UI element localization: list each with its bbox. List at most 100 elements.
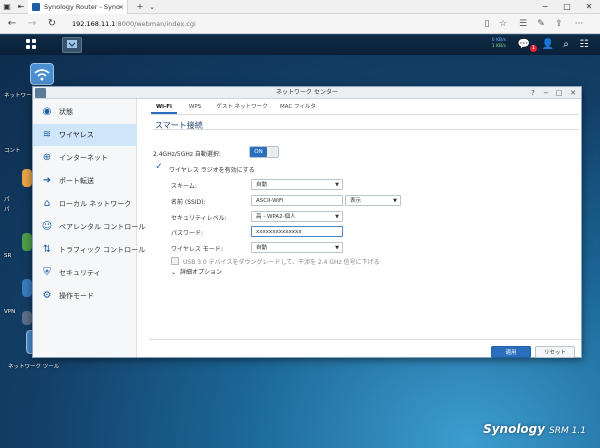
sidebar-item-label: セキュリティ xyxy=(59,269,101,277)
reset-button[interactable]: リセット xyxy=(535,346,575,358)
password-value: xxxxxxxxxxxxxx xyxy=(256,229,302,235)
favorite-star-icon[interactable]: ☆ xyxy=(496,16,510,32)
security-select[interactable]: 高 - WPA2-個人 ▼ xyxy=(251,211,343,222)
usb-downgrade-label: USB 3.0 デバイスをダウングレードして、干渉を 2.4 GHz 信号に下げ… xyxy=(183,259,380,266)
tab-wps[interactable]: WPS xyxy=(185,100,205,114)
status-icon: ◉ xyxy=(42,106,52,117)
tab-actions-icon[interactable]: ▣ xyxy=(0,0,14,14)
schedule-value: 自動 xyxy=(256,182,268,188)
sidebar-item-traffic-control[interactable]: ⇅ トラフィック コントロール xyxy=(33,239,145,261)
usb-downgrade-checkbox[interactable] xyxy=(171,257,179,265)
ssid-label: 名前 (SSID): xyxy=(171,199,206,206)
more-icon[interactable]: ··· xyxy=(572,16,586,32)
password-input[interactable]: xxxxxxxxxxxxxx xyxy=(251,226,343,237)
sidebar-item-security[interactable]: ⛨ セキュリティ xyxy=(33,262,137,284)
sidebar-item-operation-mode[interactable]: ⚙ 操作モード xyxy=(33,285,137,307)
traffic-monitor[interactable]: 0 KB/s 1 KB/s xyxy=(484,38,506,50)
window-header[interactable]: ネットワーク センター ? − □ ✕ xyxy=(33,87,581,99)
network-icon: ⌂ xyxy=(43,198,51,209)
sidebar-item-label: インターネット xyxy=(59,154,108,162)
desktop-icon-srm[interactable] xyxy=(22,233,32,251)
desktop-icon-app[interactable] xyxy=(22,279,32,297)
mode-icon: ⚙ xyxy=(42,290,52,301)
sidebar-item-label: ローカル ネットワーク xyxy=(59,200,132,208)
notification-badge: 1 xyxy=(530,45,537,52)
ssid-visibility-value: 表示 xyxy=(350,198,362,204)
section-divider xyxy=(153,129,579,130)
browser-title-bar: ▣ ⇤ Synology Router - Syno × + ⌄ − □ ✕ xyxy=(0,0,600,14)
network-center-icon xyxy=(67,40,77,48)
desktop-icon-label: SR xyxy=(4,253,12,259)
tab-guest-network[interactable]: ゲスト ネットワーク xyxy=(213,100,271,114)
brand-suffix: SRM 1.1 xyxy=(549,426,586,436)
schedule-select[interactable]: 自動 ▼ xyxy=(251,179,343,190)
desktop-icon-vpn[interactable] xyxy=(22,311,32,325)
sidebar-item-port-forwarding[interactable]: ➜ ポート転送 xyxy=(33,170,137,192)
tab-list-button[interactable]: ⌄ xyxy=(146,0,158,14)
search-icon[interactable]: ⌕ xyxy=(559,38,573,52)
url-field[interactable]: 192.168.11.1:8000/webman/index.cgi xyxy=(72,18,196,30)
sidebar-item-status[interactable]: ◉ 状態 xyxy=(33,101,137,123)
tab-wifi[interactable]: Wi-Fi xyxy=(151,100,177,114)
browser-address-bar: ← → ↻ 192.168.11.1:8000/webman/index.cgi… xyxy=(0,14,600,34)
advanced-options-toggle[interactable]: ⌄ 詳細オプション xyxy=(171,267,222,276)
browser-tab[interactable]: Synology Router - Syno × xyxy=(28,0,128,14)
globe-icon: ⊕ xyxy=(42,152,52,163)
wireless-mode-select[interactable]: 自動 ▼ xyxy=(251,242,343,253)
window-maximize-icon[interactable]: □ xyxy=(553,87,565,99)
checkmark-icon[interactable]: ✓ xyxy=(155,163,163,172)
apply-button[interactable]: 適用 xyxy=(491,346,531,358)
tab-divider xyxy=(149,114,579,115)
radio-enable-label: ワイヤレス ラジオを有効にする xyxy=(169,167,255,174)
refresh-icon[interactable]: ↻ xyxy=(44,16,60,32)
desktop-icon-label: VPN xyxy=(4,309,16,315)
sidebar-item-parental-control[interactable]: ☺ ペアレンタル コントロール xyxy=(33,216,145,238)
desktop-icon-label: ネットワー xyxy=(4,93,32,99)
chevron-down-icon: ⌄ xyxy=(171,269,177,276)
notification-icon[interactable]: 💬 xyxy=(517,38,531,52)
notes-icon[interactable]: ✎ xyxy=(534,16,548,32)
reading-view-icon[interactable]: ▯ xyxy=(480,16,494,32)
wireless-mode-label: ワイヤレス モード: xyxy=(171,246,223,253)
ssid-visibility-select[interactable]: 表示 ▼ xyxy=(345,195,401,206)
main-menu-icon[interactable] xyxy=(26,39,38,51)
url-path: :8000/webman/index.cgi xyxy=(115,20,196,28)
hub-icon[interactable]: ☰ xyxy=(516,16,530,32)
maximize-icon[interactable]: □ xyxy=(556,0,578,14)
desktop-icon-network-center[interactable] xyxy=(30,63,54,85)
sidebar-item-local-network[interactable]: ⌂ ローカル ネットワーク xyxy=(33,193,137,215)
new-tab-button[interactable]: + xyxy=(134,0,146,14)
close-icon[interactable]: ✕ xyxy=(578,0,600,14)
user-icon[interactable]: 👤 xyxy=(541,38,555,52)
options-icon[interactable]: ☷ xyxy=(577,38,591,52)
help-icon[interactable]: ? xyxy=(527,87,539,99)
sidebar-item-internet[interactable]: ⊕ インターネット xyxy=(33,147,137,169)
tab-mac-filter[interactable]: MAC フィルタ xyxy=(277,100,319,114)
shield-icon: ⛨ xyxy=(43,267,51,278)
sidebar-item-label: ワイヤレス xyxy=(59,131,94,139)
chevron-down-icon: ▼ xyxy=(335,245,339,251)
back-icon[interactable]: ← xyxy=(4,16,20,32)
synology-srm-brand: Synology SRM 1.1 xyxy=(483,422,586,436)
ssid-input[interactable]: ASCII-WiFi xyxy=(251,195,343,206)
back-tabs-icon[interactable]: ⇤ xyxy=(14,0,28,14)
sidebar-item-wireless[interactable]: ≋ ワイヤレス xyxy=(33,124,137,146)
security-label: セキュリティレベル: xyxy=(171,215,227,222)
desktop-icon-parental[interactable] xyxy=(22,169,32,187)
browser-tab-title: Synology Router - Syno xyxy=(44,3,120,11)
desktop-icon-label: コント xyxy=(4,148,21,154)
brand-name: Synology xyxy=(483,422,546,436)
desktop-icon-label: パ xyxy=(4,197,10,203)
window-close-icon[interactable]: ✕ xyxy=(567,87,579,99)
traffic-icon: ⇅ xyxy=(42,244,52,255)
forward-icon[interactable]: → xyxy=(24,16,40,32)
network-center-taskbar-button[interactable] xyxy=(62,37,82,53)
share-icon[interactable]: ⇪ xyxy=(552,16,566,32)
minimize-icon[interactable]: − xyxy=(534,0,556,14)
tab-close-icon[interactable]: × xyxy=(119,0,124,14)
band-select-toggle[interactable]: ON xyxy=(249,146,279,158)
schedule-label: スキーム: xyxy=(171,183,197,190)
parental-icon: ☺ xyxy=(41,221,53,232)
sidebar-item-label: トラフィック コントロール xyxy=(59,246,146,254)
window-minimize-icon[interactable]: − xyxy=(540,87,552,99)
